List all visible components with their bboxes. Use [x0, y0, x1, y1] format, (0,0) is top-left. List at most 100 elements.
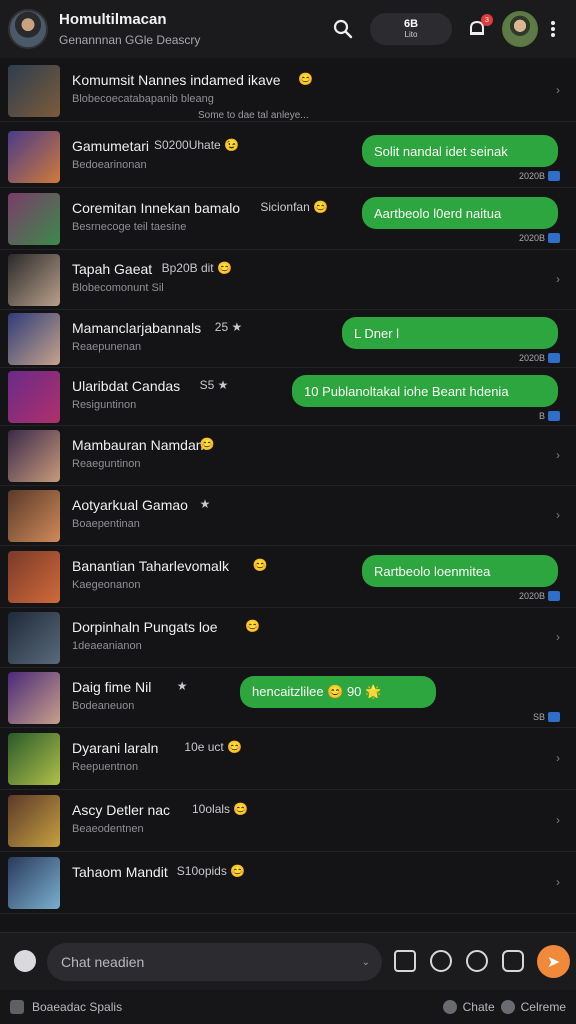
- chat-row[interactable]: Mambauran Namdan 😊 Reaeguntinon ›: [0, 426, 576, 486]
- message-bubble[interactable]: Solit nandal idet seinak: [362, 135, 558, 167]
- read-receipt-icon: [548, 353, 560, 363]
- chat-row[interactable]: Coremitan Innekan bamalo Sicionfan 😊 Besrn…: [0, 188, 576, 250]
- status-pill[interactable]: 6B Lito: [370, 13, 452, 45]
- chat-name-extra: 😊: [298, 72, 314, 86]
- chat-row[interactable]: Tapah Gaeat Bp20B dit 😊 Blobecomonunt Sil ›: [0, 250, 576, 310]
- settings-icon[interactable]: [10, 1000, 24, 1014]
- chat-row[interactable]: Dyarani laraln 10e uct 😊 Reepuentnon ›: [0, 728, 576, 790]
- chat-thumbnail: [8, 612, 60, 664]
- chat-subtitle: Resiguntinon: [72, 399, 137, 411]
- chat-subtitle: Boaepentinan: [72, 518, 140, 530]
- chevron-right-icon[interactable]: ›: [556, 508, 560, 522]
- chat-thumbnail: [8, 313, 60, 365]
- header-titles: Homultilmacan Genannnan GGle Deascry: [59, 11, 328, 47]
- footer-chats-label[interactable]: Chate: [463, 1000, 495, 1014]
- chat-subtitle: 1deaeanianon: [72, 640, 142, 652]
- chat-name: Mambauran Namdan: [72, 437, 204, 453]
- chat-name: Mamanclarjabannals: [72, 320, 202, 336]
- chat-subtitle: Bodeaneuon: [72, 700, 135, 712]
- message-bubble[interactable]: 10 Publanoltakal iohe Beant hdenia: [292, 375, 558, 407]
- send-button[interactable]: ➤: [537, 945, 570, 978]
- chat-name: Ascy Detler nac: [72, 802, 171, 818]
- profile-icon[interactable]: [500, 1000, 515, 1014]
- chat-name: Dyarani laraln: [72, 740, 159, 756]
- chevron-right-icon[interactable]: ›: [556, 751, 560, 765]
- chat-subtitle: Reepuentnon: [72, 761, 139, 773]
- chat-name: Dorpinhaln Pungats loe: [72, 619, 218, 635]
- timestamp-text: SB: [532, 712, 545, 722]
- chat-thumbnail: [8, 254, 60, 306]
- chat-thumbnail: [8, 551, 60, 603]
- notification-badge: 3: [481, 14, 493, 26]
- chat-list: Komumsit Nannes indamed ikave 😊 Blobecoec…: [0, 60, 576, 930]
- read-receipt-icon: [548, 233, 560, 243]
- chevron-down-icon[interactable]: ⌄: [362, 957, 370, 968]
- chat-thumbnail: [8, 490, 60, 542]
- chat-name-extra: Sicionfan 😊: [260, 200, 329, 214]
- chevron-right-icon[interactable]: ›: [556, 272, 560, 286]
- message-bubble[interactable]: Rartbeolo loenmitea: [362, 555, 558, 587]
- chats-icon[interactable]: [442, 1000, 457, 1014]
- chevron-right-icon[interactable]: ›: [556, 813, 560, 827]
- chat-row[interactable]: Mamanclarjabannals 25 ★ Reaepunenan L Dner …: [0, 310, 576, 368]
- chat-row[interactable]: Aotyarkual Gamao ★ Boaepentinan ›: [0, 486, 576, 546]
- chat-row[interactable]: Gamumetari S0200Uhate 😉 Bedoearinonan Solit…: [0, 126, 576, 188]
- chat-thumbnail: [8, 672, 60, 724]
- chat-subtitle: Bedoearinonan: [72, 159, 147, 171]
- chat-name: Aotyarkual Gamao: [72, 497, 188, 513]
- chat-row[interactable]: Ascy Detler nac 10olals 😊 Beaeodentnen ›: [0, 790, 576, 852]
- page-title: Homultilmacan: [59, 11, 167, 28]
- chat-name: Banantian Taharlevomalk: [72, 558, 229, 574]
- chat-thumbnail: [8, 430, 60, 482]
- emoji-icon[interactable]: [14, 950, 36, 972]
- timestamp-text: B: [538, 411, 545, 421]
- attach-icon[interactable]: [394, 950, 416, 972]
- message-bubble[interactable]: hencaitzlilee 😊 90 🌟: [240, 676, 436, 708]
- chevron-right-icon[interactable]: ›: [556, 875, 560, 889]
- chat-row[interactable]: Dorpinhaln Pungats loe 😊 1deaeanianon ›: [0, 608, 576, 668]
- chat-row[interactable]: Daig fime Nil ★ Bodeaneuon hencaitzlilee 😊 …: [0, 668, 576, 728]
- chat-thumbnail: [8, 65, 60, 117]
- chat-name: Komumsit Nannes indamed ikave: [72, 72, 281, 88]
- chat-subtitle: Blobecoecatabapanib bleang: [72, 93, 214, 105]
- chat-row[interactable]: Ularibdat Candas S5 ★ Resiguntinon 10 Publa…: [0, 368, 576, 426]
- footer-profile-label[interactable]: Celreme: [521, 1000, 566, 1014]
- notification-bell-icon[interactable]: 3: [462, 14, 493, 44]
- chat-row[interactable]: Tahaom Mandit S10opids 😊 ›: [0, 852, 576, 914]
- camera-icon[interactable]: [430, 950, 452, 972]
- chevron-right-icon[interactable]: ›: [556, 630, 560, 644]
- chat-name-extra: 25 ★: [214, 320, 243, 334]
- timestamp-text: 2020B: [518, 353, 545, 363]
- chat-subtitle: Blobecomonunt Sil: [72, 282, 164, 294]
- search-icon[interactable]: [328, 14, 358, 44]
- timestamp-text: 2020B: [518, 591, 545, 601]
- chat-name: Tahaom Mandit: [72, 864, 168, 880]
- message-timestamp: B: [539, 411, 560, 421]
- chat-subtitle: Reaeguntinon: [72, 458, 141, 470]
- more-options-icon[interactable]: [538, 14, 568, 44]
- chat-thumbnail: [8, 371, 60, 423]
- chevron-right-icon[interactable]: ›: [556, 83, 560, 97]
- channel-avatar[interactable]: [8, 9, 48, 49]
- chat-name-extra: ★: [176, 679, 188, 693]
- message-timestamp: 2020B: [519, 171, 560, 181]
- footer-left-label[interactable]: Boaeadac Spalis: [32, 1000, 122, 1014]
- chevron-right-icon[interactable]: ›: [556, 448, 560, 462]
- chat-thumbnail: [8, 857, 60, 909]
- chat-subtitle: Besrnecoge teil taesine: [72, 221, 187, 233]
- location-icon[interactable]: [466, 950, 488, 972]
- gallery-icon[interactable]: [502, 950, 524, 972]
- chat-row[interactable]: Banantian Taharlevomalk 😊 Kaegeonanon Rart…: [0, 546, 576, 608]
- chat-row[interactable]: Komumsit Nannes indamed ikave 😊 Blobecoec…: [0, 60, 576, 122]
- chat-input[interactable]: Chat neadien ⌄: [47, 943, 382, 981]
- chat-name: Tapah Gaeat: [72, 261, 153, 277]
- chat-subtitle: Reaepunenan: [72, 341, 142, 353]
- chat-name: Daig fime Nil: [72, 679, 152, 695]
- message-bubble[interactable]: L Dner l: [342, 317, 558, 349]
- page-subtitle: Genannnan GGle Deascry: [59, 33, 201, 47]
- user-avatar[interactable]: [502, 11, 538, 47]
- chat-name-extra: S10opids 😊: [176, 864, 246, 878]
- chat-name: Gamumetari: [72, 138, 150, 154]
- message-bubble[interactable]: Aartbeolo l0erd naitua: [362, 197, 558, 229]
- chat-thumbnail: [8, 733, 60, 785]
